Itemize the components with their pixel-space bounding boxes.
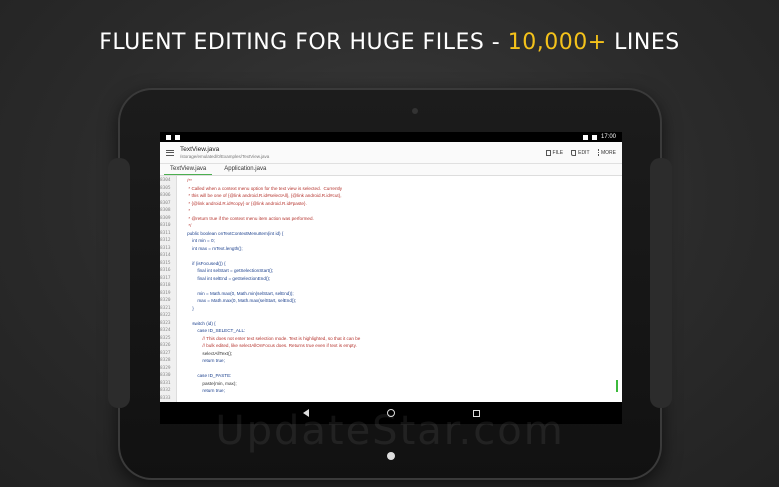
code-line[interactable]: case ID_SELECT_ALL:: [182, 327, 622, 335]
line-number-gutter: 8304 8305 8306 8307 8308 8309 8310 8311 8312 8313…: [160, 176, 177, 402]
code-line[interactable]: * {@link android.R.id#copy} or {@link an…: [182, 200, 622, 208]
headline-main: FLUENT EDITING FOR HUGE FILES -: [99, 30, 508, 55]
line-number: 8316: [160, 268, 171, 273]
code-line[interactable]: /**: [182, 177, 622, 185]
line-number: 8326: [160, 343, 171, 348]
line-number: 8325: [160, 335, 171, 341]
file-titles: TextView.java /storage/emulated/0/Exampl…: [180, 146, 546, 159]
edit-button-label: EDIT: [578, 149, 590, 156]
code-line[interactable]: * this will be one of {@link android.R.i…: [182, 192, 622, 200]
line-number: 8308: [160, 208, 171, 213]
headline-tail: LINES: [606, 30, 680, 55]
battery-icon: [591, 134, 597, 140]
more-button[interactable]: MORE: [597, 149, 616, 156]
code-line[interactable]: min = Math.max(0, Math.min(selStart, sel…: [182, 290, 622, 298]
line-number: 8324: [160, 328, 171, 333]
file-icon: [545, 149, 551, 156]
code-line[interactable]: // bulk edited, like selectAllOnFocus do…: [182, 342, 622, 350]
headline-accent: 10,000+: [507, 30, 607, 55]
code-line[interactable]: final int selEnd = getSelectionEnd();: [182, 275, 622, 283]
code-line[interactable]: final int selStart = getSelectionStart()…: [182, 267, 622, 275]
code-line[interactable]: [182, 365, 622, 373]
line-number: 8328: [160, 358, 171, 363]
code-line[interactable]: [182, 395, 622, 403]
code-line[interactable]: [182, 282, 622, 290]
app-bar-actions: FILE EDIT MORE: [545, 149, 616, 156]
code-line[interactable]: */: [182, 222, 622, 230]
line-number: 8315: [160, 260, 171, 266]
camera-icon: [412, 108, 418, 114]
line-number: 8332: [160, 388, 171, 393]
line-number: 8304: [160, 178, 171, 183]
watermark: UpdateStar.com: [215, 408, 565, 454]
scrollbar-thumb[interactable]: [616, 380, 618, 392]
code-editor[interactable]: 8304 8305 8306 8307 8308 8309 8310 8311 8312 8313…: [160, 176, 622, 402]
code-line[interactable]: return true;: [182, 387, 622, 395]
file-button[interactable]: FILE: [545, 149, 564, 156]
code-line[interactable]: int min = 0;: [182, 237, 622, 245]
code-line[interactable]: * @return true if the context menu item …: [182, 215, 622, 223]
tab-application[interactable]: Application.java: [218, 164, 272, 175]
notification-icon-2: [175, 134, 180, 140]
status-bar: 17:00: [160, 132, 622, 142]
tablet-grip-left: [108, 158, 130, 408]
headline: FLUENT EDITING FOR HUGE FILES - 10,000+ …: [0, 30, 779, 55]
line-number: 8317: [160, 275, 171, 281]
line-number: 8330: [160, 373, 171, 378]
status-time: 17:00: [600, 134, 616, 140]
line-number: 8307: [160, 200, 171, 206]
tablet-grip-right: [650, 158, 672, 408]
menu-icon[interactable]: [166, 149, 174, 156]
edit-button[interactable]: EDIT: [571, 149, 590, 156]
line-number: 8329: [160, 365, 171, 371]
line-number: 8323: [160, 320, 171, 326]
file-title: TextView.java: [180, 146, 220, 153]
line-number: 8306: [160, 193, 171, 198]
line-number: 8333: [160, 395, 171, 401]
code-line[interactable]: public boolean onTextContextMenuItem(int…: [182, 230, 622, 238]
code-line[interactable]: }: [182, 305, 622, 313]
app-bar: TextView.java /storage/emulated/0/Exampl…: [160, 142, 622, 164]
line-number: 8318: [160, 283, 171, 288]
code-area[interactable]: /** * Called when a context menu option …: [177, 176, 622, 402]
line-number: 8322: [160, 313, 171, 318]
notification-icon: [166, 134, 171, 140]
code-line[interactable]: *: [182, 207, 622, 215]
line-number: 8319: [160, 290, 171, 296]
file-button-label: FILE: [552, 149, 564, 156]
line-number: 8313: [160, 245, 171, 251]
code-line[interactable]: int max = mText.length();: [182, 245, 622, 253]
code-line[interactable]: if (isFocused()) {: [182, 260, 622, 268]
line-number: 8312: [160, 238, 171, 243]
code-line[interactable]: paste(min, max);: [182, 380, 622, 388]
line-number: 8311: [160, 230, 171, 236]
code-line[interactable]: [182, 312, 622, 320]
edit-icon: [571, 149, 577, 156]
line-number: 8331: [160, 380, 171, 386]
line-number: 8314: [160, 253, 171, 258]
code-line[interactable]: switch (id) {: [182, 320, 622, 328]
code-line[interactable]: // This does not enter text selection mo…: [182, 335, 622, 343]
line-number: 8309: [160, 215, 171, 221]
code-line[interactable]: max = Math.max(0, Math.max(selStart, sel…: [182, 297, 622, 305]
file-path: /storage/emulated/0/Examples/TextView.ja…: [180, 154, 270, 159]
line-number: 8305: [160, 185, 171, 191]
wifi-icon: [582, 134, 588, 140]
more-button-label: MORE: [601, 149, 616, 156]
tab-textview[interactable]: TextView.java: [164, 164, 213, 175]
code-line[interactable]: * Called when a context menu option for …: [182, 185, 622, 193]
line-number: 8327: [160, 350, 171, 356]
line-number: 8321: [160, 305, 171, 311]
code-line[interactable]: [182, 252, 622, 260]
file-tabs: TextView.java Application.java: [160, 164, 622, 176]
code-line[interactable]: selectAllText();: [182, 350, 622, 358]
device-screen: 17:00 TextView.java /storage/emulated/0/…: [160, 132, 622, 424]
code-line[interactable]: return true;: [182, 357, 622, 365]
more-icon: [597, 149, 599, 156]
line-number: 8320: [160, 298, 171, 303]
line-number: 8310: [160, 223, 171, 228]
code-line[interactable]: case ID_PASTE:: [182, 372, 622, 380]
